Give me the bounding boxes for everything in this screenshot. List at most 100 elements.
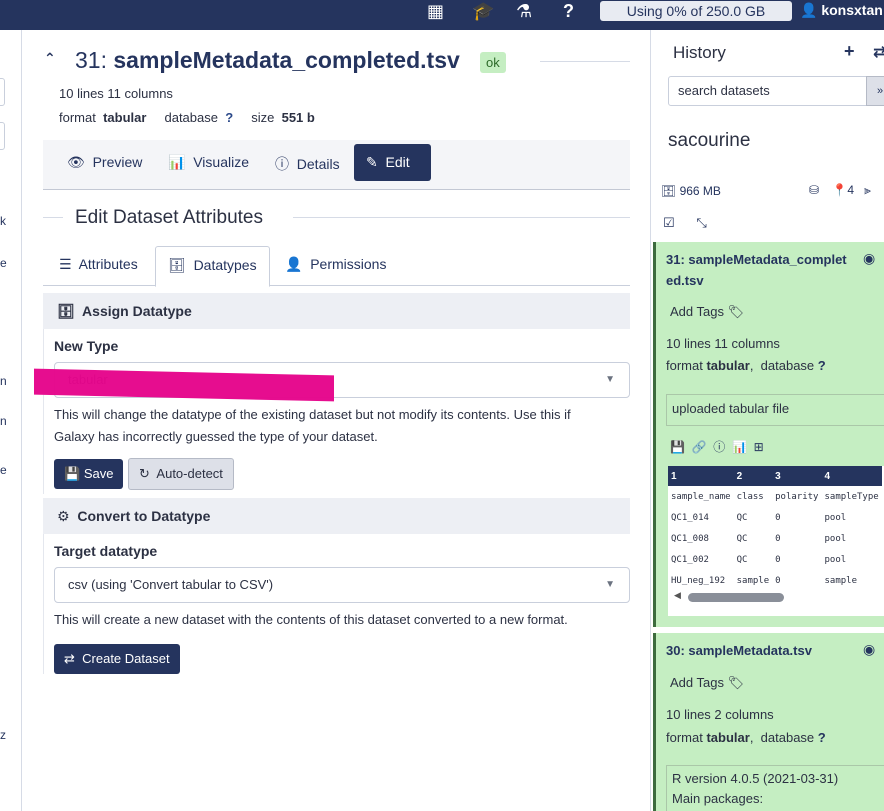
- history-name[interactable]: sacourine: [668, 130, 750, 152]
- user-menu[interactable]: 👤 konsxtan: [800, 0, 883, 22]
- horizontal-scrollbar[interactable]: ◀: [674, 590, 884, 602]
- database-value[interactable]: ?: [818, 358, 826, 373]
- link-icon[interactable]: 🔗: [692, 440, 707, 454]
- switch-history-icon[interactable]: ⇄: [873, 42, 884, 62]
- user-name: konsxtan: [821, 2, 883, 18]
- section-title: Edit Dataset Attributes: [75, 207, 263, 228]
- count-value: 4: [847, 183, 855, 197]
- save-button[interactable]: 💾 Save: [54, 459, 124, 489]
- item-info: uploaded tabular file: [666, 394, 884, 426]
- hdd-icon[interactable]: ⛁: [809, 183, 819, 197]
- database-value[interactable]: ?: [225, 110, 233, 125]
- plus-icon[interactable]: +: [844, 41, 855, 62]
- subtab-datatypes[interactable]: 🗄 Datatypes: [155, 246, 270, 287]
- check-square-icon[interactable]: ☑: [663, 215, 675, 230]
- dataset-meta: format tabular database ? size 551 b: [59, 110, 315, 125]
- tool-panel-text: n: [0, 374, 7, 388]
- cell: HU_neg_192: [671, 575, 726, 586]
- cell: QC1_008: [671, 533, 709, 544]
- subtab-permissions[interactable]: 👤 Permissions: [273, 246, 398, 286]
- history-toolbar: ☑ ⤡: [663, 215, 707, 231]
- new-type-label: New Type: [54, 338, 119, 354]
- size-value: 966 MB: [679, 184, 721, 198]
- grid-icon[interactable]: ▦: [427, 0, 444, 22]
- table-row: QC1_014 QC 0 pool: [668, 507, 882, 528]
- chevron-down-icon[interactable]: »: [866, 76, 884, 106]
- peek-table: 1 2 3 4 sample_name class polarity sampleTy…: [668, 466, 882, 591]
- help-icon[interactable]: ?: [563, 0, 574, 22]
- cell: sample: [736, 575, 770, 586]
- history-title: History: [673, 43, 726, 62]
- chart-icon[interactable]: 📊: [732, 440, 747, 454]
- subtab-label: Datatypes: [193, 257, 257, 273]
- auto-detect-button[interactable]: ↻ Auto-detect: [128, 458, 234, 490]
- assign-help-text: This will change the datatype of the exi…: [54, 407, 571, 444]
- database-label: database: [760, 730, 815, 745]
- item-meta: format tabular, database ?: [666, 730, 826, 745]
- subtab-attributes[interactable]: ☰ Attributes: [47, 246, 150, 286]
- button-label: Save: [83, 466, 114, 481]
- add-tags[interactable]: Add Tags 🏷: [670, 304, 744, 320]
- table-row: QC1_008 QC 0 pool: [668, 528, 882, 549]
- flask-icon[interactable]: ⚗: [516, 0, 532, 22]
- filter-icon[interactable]: ⫸: [864, 183, 871, 197]
- scrollbar-thumb[interactable]: [688, 593, 784, 602]
- info-line: Main packages:: [672, 791, 764, 806]
- target-datatype-select[interactable]: csv (using 'Convert tabular to CSV') ▼: [54, 567, 630, 603]
- history-item-title[interactable]: 30: sampleMetadata.tsv: [666, 640, 856, 661]
- database-icon: 🗄: [661, 184, 677, 198]
- gear-icon: ⚙: [57, 508, 70, 524]
- cell: QC1_002: [671, 554, 709, 565]
- add-tags[interactable]: Add Tags 🏷: [670, 675, 744, 691]
- convert-datatype-header: ⚙ Convert to Datatype: [43, 498, 630, 534]
- user-icon: 👤: [800, 2, 822, 18]
- tool-panel-button[interactable]: [0, 122, 5, 150]
- info-line: R version 4.0.5 (2021-03-31): [672, 771, 839, 786]
- graduation-cap-icon[interactable]: 🎓: [472, 0, 494, 22]
- cell: QC: [736, 512, 748, 523]
- compress-icon[interactable]: ⤡: [696, 215, 706, 230]
- dataset-name: sampleMetadata_completed.tsv: [113, 47, 460, 73]
- cell: pool: [824, 554, 847, 565]
- tool-panel-button[interactable]: [0, 78, 5, 106]
- tab-edit[interactable]: ✎ Edit: [354, 144, 431, 181]
- user-icon: 👤: [285, 256, 303, 272]
- item-meta: format tabular, database ?: [666, 358, 826, 373]
- cell: 0: [775, 554, 781, 565]
- eye-icon[interactable]: ◉: [863, 641, 875, 658]
- tool-panel-text: z: [0, 728, 6, 742]
- search-input[interactable]: search datasets: [668, 76, 868, 106]
- tab-preview[interactable]: 👁 Preview: [67, 154, 142, 171]
- dataset-tabs: 👁 Preview 📊 Visualize ⓘ Details ✎ Edit: [43, 140, 630, 190]
- history-item-31[interactable]: 31: sampleMetadata_complet ed.tsv ◉ Add T…: [653, 242, 884, 627]
- table-row: HU_neg_192 sample 0 sample: [668, 570, 882, 591]
- history-size[interactable]: 🗄 966 MB: [661, 184, 721, 198]
- cell: 0: [775, 512, 781, 523]
- info-icon[interactable]: ⓘ: [713, 440, 725, 454]
- quota-meter[interactable]: Using 0% of 250.0 GB: [600, 1, 792, 21]
- history-item-30[interactable]: 30: sampleMetadata.tsv ◉ Add Tags 🏷 10 l…: [653, 633, 884, 811]
- top-navbar: ▦ 🎓 ⚗ ? Using 0% of 250.0 GB 👤 konsxtan: [0, 0, 884, 30]
- scroll-left-icon[interactable]: ◀: [674, 590, 681, 601]
- collapse-icon[interactable]: ⌃: [44, 50, 56, 67]
- dataset-peek: 1 2 3 4 sample_name class polarity sampleTy…: [668, 466, 884, 616]
- convert-help-text: This will create a new dataset with the …: [54, 612, 568, 627]
- caret-down-icon: ▼: [605, 374, 615, 385]
- tags-icon: 🏷: [727, 304, 745, 319]
- format-value: tabular: [706, 730, 750, 745]
- eye-icon[interactable]: ◉: [863, 250, 875, 267]
- divider: [293, 217, 630, 218]
- save-icon[interactable]: 💾: [670, 440, 685, 454]
- sitemap-icon[interactable]: ⊞: [754, 440, 764, 454]
- tab-visualize[interactable]: 📊 Visualize: [168, 154, 249, 171]
- button-label: Create Dataset: [82, 651, 170, 666]
- map-marker-icon[interactable]: 📍: [832, 183, 847, 197]
- chart-icon: 📊: [168, 154, 186, 170]
- target-datatype-label: Target datatype: [54, 543, 158, 559]
- tool-panel-text: n: [0, 414, 7, 428]
- history-item-title[interactable]: 31: sampleMetadata_complet ed.tsv: [666, 249, 856, 291]
- database-value[interactable]: ?: [818, 730, 826, 745]
- create-dataset-button[interactable]: ⇄ Create Dataset: [54, 644, 180, 674]
- add-tags-label: Add Tags: [670, 675, 724, 690]
- tab-details[interactable]: ⓘ Details: [275, 154, 340, 174]
